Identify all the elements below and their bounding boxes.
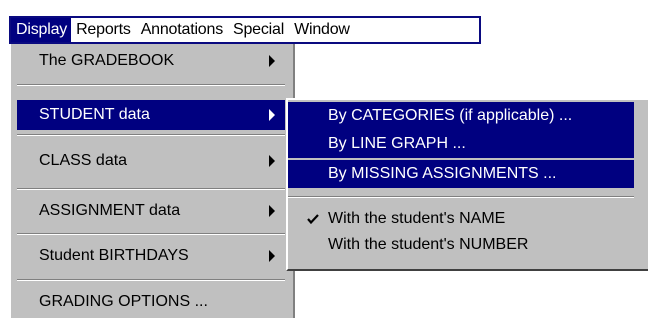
- submenu-arrow-icon: [269, 155, 275, 167]
- menu-separator: [17, 279, 285, 281]
- menu-separator: [17, 233, 285, 235]
- menu-item-class-data[interactable]: CLASS data: [17, 146, 285, 176]
- submenu-item-label: With the student's NUMBER: [328, 236, 529, 253]
- menu-annotations[interactable]: Annotations: [136, 18, 228, 42]
- menu-item-label: GRADING OPTIONS ...: [39, 293, 208, 310]
- menu-display[interactable]: Display: [11, 18, 72, 42]
- submenu-item-label: By LINE GRAPH ...: [328, 135, 466, 152]
- menu-item-gradebook[interactable]: The GRADEBOOK: [17, 46, 285, 76]
- menu-separator: [17, 84, 285, 86]
- menu-item-label: Student BIRTHDAYS: [39, 247, 189, 264]
- menu-item-student-birthdays[interactable]: Student BIRTHDAYS: [17, 241, 285, 271]
- menu-item-student-data[interactable]: STUDENT data: [17, 100, 285, 130]
- menu-item-label: ASSIGNMENT data: [39, 202, 181, 219]
- menu-reports[interactable]: Reports: [71, 18, 136, 42]
- submenu-item-with-name[interactable]: With the student's NAME: [288, 205, 634, 233]
- submenu-item-by-line-graph[interactable]: By LINE GRAPH ...: [288, 130, 634, 158]
- submenu-item-label: By CATEGORIES (if applicable) ...: [328, 107, 573, 124]
- menu-bar: Display Reports Annotations Special Wind…: [9, 16, 481, 44]
- submenu-arrow-icon: [269, 250, 275, 262]
- menu-item-assignment-data[interactable]: ASSIGNMENT data: [17, 196, 285, 226]
- submenu-item-label: With the student's NAME: [328, 210, 506, 227]
- submenu-arrow-icon: [269, 109, 275, 121]
- submenu-arrow-icon: [269, 55, 275, 67]
- checkmark-icon: [307, 214, 319, 225]
- submenu-item-by-categories[interactable]: By CATEGORIES (if applicable) ...: [288, 102, 634, 130]
- menu-separator: [17, 134, 285, 136]
- display-dropdown: The GRADEBOOK STUDENT data CLASS data AS…: [9, 44, 295, 318]
- submenu-item-label: By MISSING ASSIGNMENTS ...: [328, 165, 557, 182]
- menu-item-label: CLASS data: [39, 152, 128, 169]
- menu-separator: [17, 188, 285, 190]
- submenu-arrow-icon: [269, 205, 275, 217]
- menu-item-label: STUDENT data: [39, 106, 150, 123]
- menu-item-label: The GRADEBOOK: [39, 52, 175, 69]
- submenu-item-with-number[interactable]: With the student's NUMBER: [288, 231, 634, 259]
- menu-window[interactable]: Window: [289, 18, 355, 42]
- submenu-item-by-missing-assignments[interactable]: By MISSING ASSIGNMENTS ...: [288, 160, 634, 188]
- menu-item-grading-options[interactable]: GRADING OPTIONS ...: [17, 287, 285, 317]
- student-data-submenu: By CATEGORIES (if applicable) ... By LIN…: [286, 98, 648, 271]
- menu-special[interactable]: Special: [228, 18, 289, 42]
- menu-separator: [288, 196, 634, 198]
